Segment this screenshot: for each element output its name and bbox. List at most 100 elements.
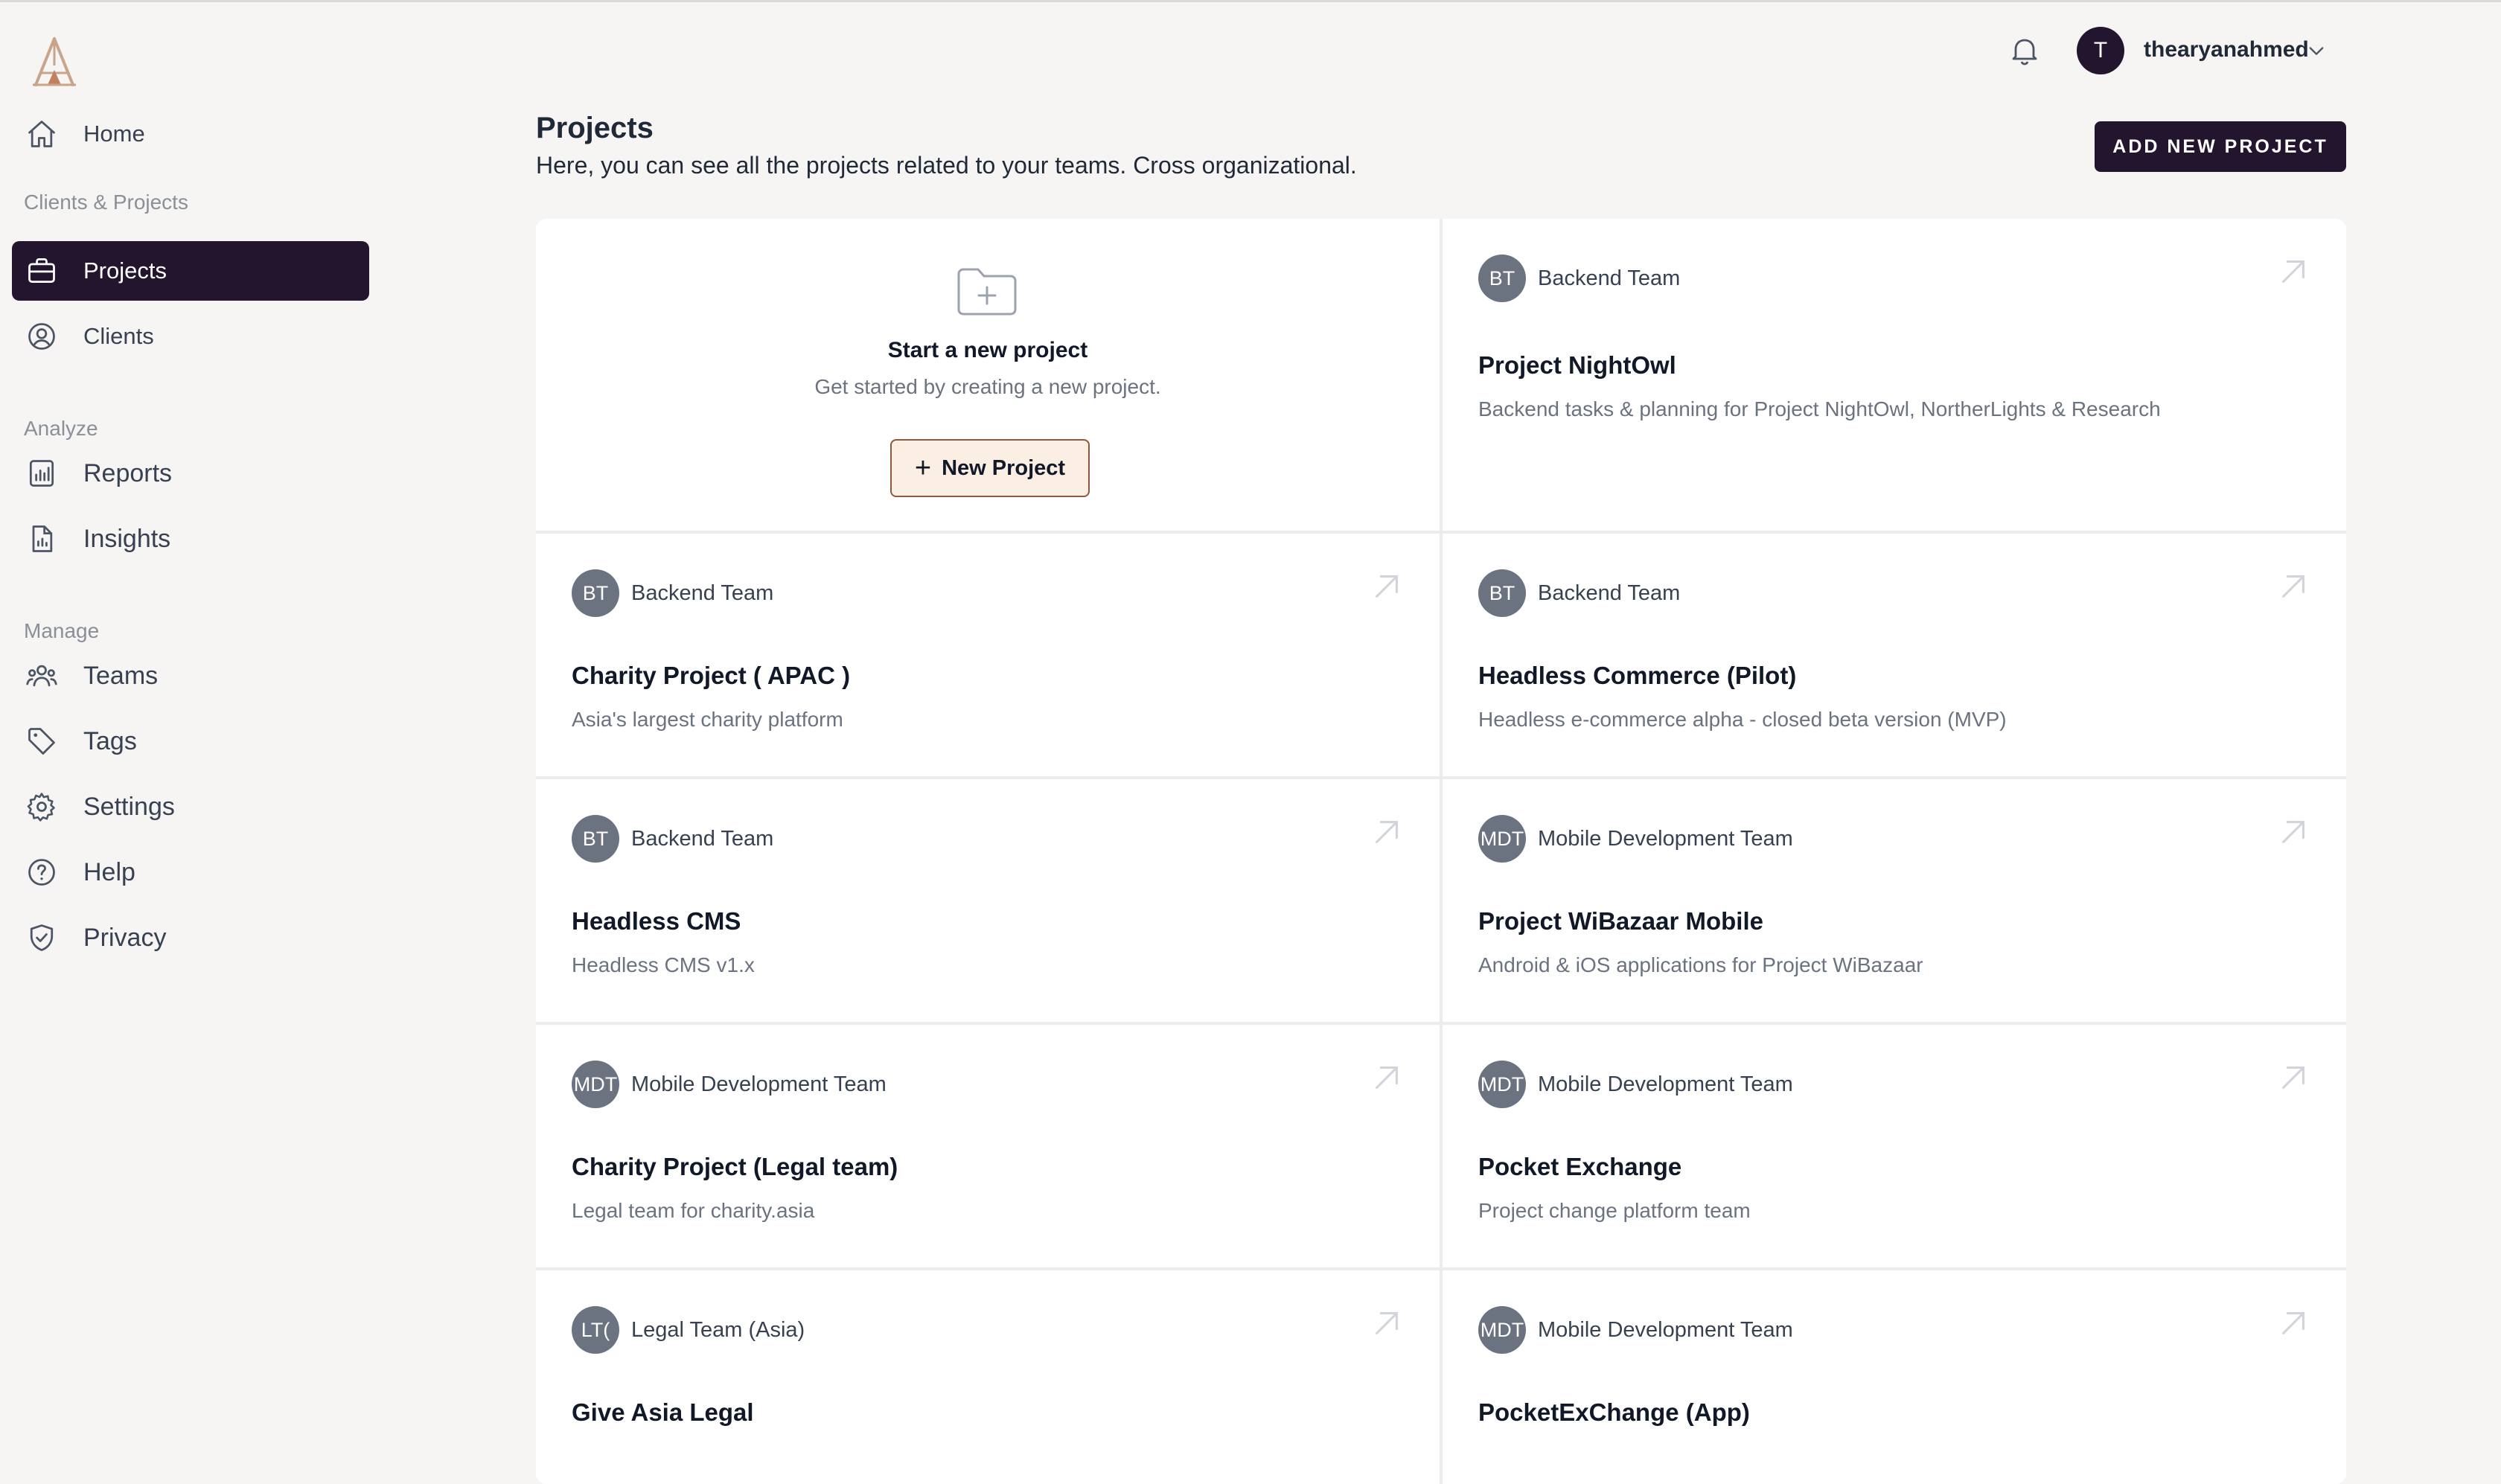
team-row: MDT Mobile Development Team: [1478, 815, 1793, 863]
team-avatar: BT: [572, 815, 619, 863]
project-description: Backend tasks & planning for Project Nig…: [1478, 397, 2161, 420]
sidebar-item-label: Settings: [83, 792, 175, 821]
sidebar-item-settings[interactable]: Settings: [12, 777, 369, 837]
sidebar-item-help[interactable]: Help: [12, 842, 369, 902]
arrow-up-right-icon[interactable]: [2276, 815, 2310, 849]
project-card[interactable]: BT Backend Team Headless Commerce (Pilot…: [1443, 534, 2346, 776]
notification-bell-icon[interactable]: [2007, 33, 2042, 68]
project-description: Legal team for charity.asia: [572, 1199, 815, 1222]
project-description: Headless CMS v1.x: [572, 953, 755, 976]
project-name: Project NightOwl: [1478, 351, 1676, 379]
sidebar-item-home[interactable]: Home: [12, 104, 369, 164]
sidebar-item-label: Help: [83, 857, 135, 886]
user-avatar[interactable]: T: [2077, 27, 2124, 74]
team-row: BT Backend Team: [1478, 255, 1680, 302]
project-card[interactable]: BT Backend Team Charity Project ( APAC )…: [536, 534, 1440, 776]
project-name: Headless Commerce (Pilot): [1478, 662, 1797, 689]
arrow-up-right-icon[interactable]: [1370, 815, 1404, 849]
user-circle-icon: [25, 320, 58, 353]
team-name: Mobile Development Team: [1538, 826, 1793, 851]
new-project-button-label: New Project: [942, 455, 1066, 480]
project-name: Charity Project (Legal team): [572, 1153, 898, 1180]
team-name: Mobile Development Team: [631, 1072, 887, 1096]
team-name: Backend Team: [631, 581, 774, 605]
tag-icon: [25, 725, 58, 758]
new-project-title: Start a new project: [887, 338, 1088, 362]
sidebar-item-clients[interactable]: Clients: [12, 307, 369, 366]
new-project-subtitle: Get started by creating a new project.: [814, 375, 1161, 398]
team-avatar: MDT: [572, 1061, 619, 1108]
sidebar-item-teams[interactable]: Teams: [12, 646, 369, 706]
project-name: Project WiBazaar Mobile: [1478, 907, 1763, 935]
project-card[interactable]: MDT Mobile Development Team Charity Proj…: [536, 1025, 1440, 1267]
gear-icon: [25, 790, 58, 823]
section-title-clients-projects: Clients & Projects: [24, 191, 188, 214]
sidebar-item-label: Privacy: [83, 923, 167, 952]
sidebar-item-label: Tags: [83, 726, 137, 755]
arrow-up-right-icon[interactable]: [1370, 1061, 1404, 1095]
team-name: Backend Team: [1538, 266, 1681, 290]
team-name: Backend Team: [1538, 581, 1681, 605]
section-title-analyze: Analyze: [24, 417, 98, 440]
project-name: Charity Project ( APAC ): [572, 662, 851, 689]
page-title: Projects: [536, 112, 654, 144]
project-card[interactable]: MDT Mobile Development Team PocketExChan…: [1443, 1270, 2346, 1484]
team-avatar: BT: [572, 569, 619, 617]
project-card[interactable]: MDT Mobile Development Team Project WiBa…: [1443, 779, 2346, 1022]
bar-chart-icon: [25, 457, 58, 490]
project-card[interactable]: BT Backend Team Project NightOwl Backend…: [1443, 219, 2346, 531]
sidebar: Home Clients & Projects Projects Clients…: [0, 0, 380, 1439]
sidebar-item-label: Reports: [83, 458, 173, 487]
arrow-up-right-icon[interactable]: [2276, 1306, 2310, 1340]
team-name: Legal Team (Asia): [631, 1317, 805, 1342]
projects-grid: Start a new project Get started by creat…: [536, 219, 2346, 1484]
project-description: Project change platform team: [1478, 1199, 1751, 1222]
home-icon: [25, 118, 58, 150]
sidebar-item-insights[interactable]: Insights: [12, 509, 369, 569]
team-row: MDT Mobile Development Team: [1478, 1061, 1793, 1108]
sidebar-item-reports[interactable]: Reports: [12, 444, 369, 503]
add-new-project-button[interactable]: ADD NEW PROJECT: [2095, 121, 2346, 172]
project-name: PocketExChange (App): [1478, 1398, 1750, 1426]
app-logo[interactable]: [30, 36, 79, 89]
team-avatar: BT: [1478, 569, 1526, 617]
plus-icon: +: [914, 452, 932, 484]
username[interactable]: thearyanahmed: [2144, 37, 2309, 63]
project-card[interactable]: LT( Legal Team (Asia) Give Asia Legal: [536, 1270, 1440, 1484]
team-name: Mobile Development Team: [1538, 1072, 1793, 1096]
team-avatar: MDT: [1478, 1061, 1526, 1108]
arrow-up-right-icon[interactable]: [1370, 569, 1404, 604]
project-description: Android & iOS applications for Project W…: [1478, 953, 1923, 976]
briefcase-icon: [25, 255, 58, 287]
sidebar-item-projects[interactable]: Projects: [12, 241, 369, 301]
document-chart-icon: [25, 522, 58, 555]
chevron-down-icon[interactable]: [2306, 40, 2327, 61]
project-description: Asia's largest charity platform: [572, 708, 843, 731]
project-card[interactable]: BT Backend Team Headless CMS Headless CM…: [536, 779, 1440, 1022]
team-row: BT Backend Team: [572, 815, 773, 863]
sidebar-item-tags[interactable]: Tags: [12, 711, 369, 771]
question-circle-icon: [25, 856, 58, 889]
section-title-manage: Manage: [24, 619, 100, 642]
arrow-up-right-icon[interactable]: [2276, 1061, 2310, 1095]
new-project-card: Start a new project Get started by creat…: [536, 219, 1440, 531]
project-name: Give Asia Legal: [572, 1398, 754, 1426]
sidebar-item-privacy[interactable]: Privacy: [12, 908, 369, 968]
sidebar-item-label: Teams: [83, 661, 159, 690]
team-name: Backend Team: [631, 826, 774, 851]
folder-plus-icon: [956, 265, 1018, 317]
arrow-up-right-icon[interactable]: [2276, 569, 2310, 604]
team-row: MDT Mobile Development Team: [572, 1061, 887, 1108]
sidebar-item-label: Projects: [83, 258, 167, 284]
project-card[interactable]: MDT Mobile Development Team Pocket Excha…: [1443, 1025, 2346, 1267]
team-row: BT Backend Team: [572, 569, 773, 617]
team-name: Mobile Development Team: [1538, 1317, 1793, 1342]
arrow-up-right-icon[interactable]: [2276, 255, 2310, 289]
sidebar-item-label: Insights: [83, 524, 171, 553]
page-subtitle: Here, you can see all the projects relat…: [536, 152, 1357, 179]
team-row: LT( Legal Team (Asia): [572, 1306, 805, 1354]
project-description: Headless e-commerce alpha - closed beta …: [1478, 708, 2007, 731]
team-avatar: BT: [1478, 255, 1526, 302]
arrow-up-right-icon[interactable]: [1370, 1306, 1404, 1340]
new-project-button[interactable]: + New Project: [890, 439, 1090, 497]
